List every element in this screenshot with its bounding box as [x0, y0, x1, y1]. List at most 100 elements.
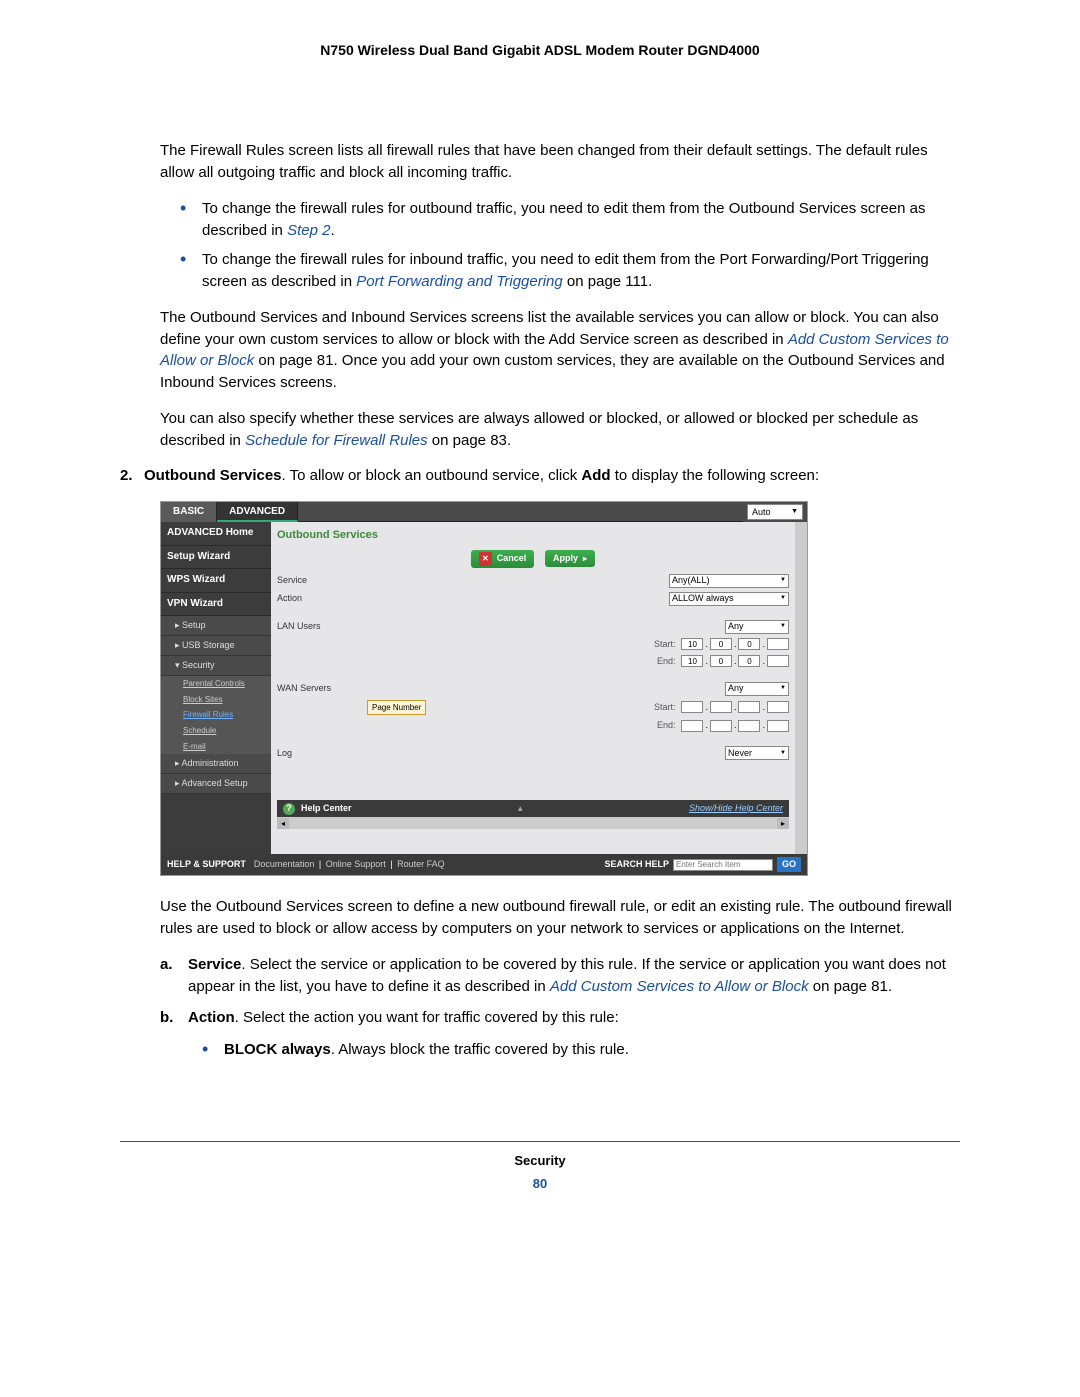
sidebar-parental-controls[interactable]: Parental Controls: [161, 676, 271, 692]
ip-octet-2[interactable]: [710, 655, 732, 667]
sidebar-advanced-home[interactable]: ADVANCED Home: [161, 522, 271, 546]
p3-b: on page 83.: [428, 432, 511, 449]
collapse-icon[interactable]: ▴: [352, 802, 689, 815]
wan-servers-label: WAN Servers: [277, 682, 367, 695]
auto-dropdown[interactable]: Auto▼: [747, 504, 803, 520]
letter-a-bold: Service: [188, 956, 241, 973]
sidebar-vpn-wizard[interactable]: VPN Wizard: [161, 593, 271, 617]
sidebar-wps-wizard[interactable]: WPS Wizard: [161, 569, 271, 593]
sidebar-block-sites[interactable]: Block Sites: [161, 692, 271, 708]
chevron-down-icon: ▼: [776, 684, 786, 693]
wan-end-ip: ...: [681, 719, 789, 732]
tab-advanced[interactable]: ADVANCED: [217, 502, 298, 522]
ip-octet-4[interactable]: [767, 655, 789, 667]
log-select[interactable]: Never▼: [725, 746, 789, 760]
letter-b-bold: Action: [188, 1009, 235, 1026]
service-select[interactable]: Any(ALL)▼: [669, 574, 789, 588]
bullet-dot-icon: •: [180, 249, 202, 293]
p3-link[interactable]: Schedule for Firewall Rules: [245, 432, 428, 449]
sidebar-advanced-setup[interactable]: ▸ Advanced Setup: [161, 774, 271, 794]
ip-octet-1[interactable]: [681, 720, 703, 732]
chevron-down-icon: ▼: [791, 507, 798, 517]
show-hide-help-link[interactable]: Show/Hide Help Center: [689, 802, 783, 815]
action-select[interactable]: ALLOW always▼: [669, 592, 789, 606]
paragraph-3: You can also specify whether these servi…: [160, 408, 960, 452]
sidebar-administration[interactable]: ▸ Administration: [161, 754, 271, 774]
bullet1-link[interactable]: Step 2: [287, 222, 330, 239]
step2-bold: Outbound Services: [144, 467, 282, 484]
help-support-label: HELP & SUPPORT: [167, 858, 246, 871]
help-support-footer: HELP & SUPPORT Documentation | Online Su…: [161, 854, 807, 875]
letter-a-link[interactable]: Add Custom Services to Allow or Block: [550, 978, 809, 995]
documentation-link[interactable]: Documentation: [254, 859, 315, 869]
letter-a-after: on page 81.: [809, 978, 892, 995]
arrow-right-icon: ▸: [583, 553, 587, 565]
ip-octet-2[interactable]: [710, 720, 732, 732]
step2-mid: . To allow or block an outbound service,…: [282, 467, 582, 484]
after-image-text: Use the Outbound Services screen to defi…: [160, 896, 960, 940]
bullet2-link[interactable]: Port Forwarding and Triggering: [356, 273, 562, 290]
footer-divider: [120, 1141, 960, 1142]
ip-octet-4[interactable]: [767, 638, 789, 650]
wan-servers-select[interactable]: Any▼: [725, 682, 789, 696]
sidebar-email[interactable]: E-mail: [161, 739, 271, 755]
cancel-button[interactable]: ✕Cancel: [471, 550, 534, 568]
search-help-label: SEARCH HELP: [604, 858, 669, 871]
chevron-down-icon: ▼: [776, 749, 786, 758]
lan-start-ip: ...: [681, 638, 789, 651]
intro-paragraph: The Firewall Rules screen lists all fire…: [160, 140, 960, 184]
letter-b-text: . Select the action you want for traffic…: [235, 1009, 619, 1026]
lan-start-label: Start:: [593, 638, 681, 651]
sidebar-setup[interactable]: ▸ Setup: [161, 616, 271, 636]
chevron-down-icon: ▼: [776, 576, 786, 585]
ip-octet-3[interactable]: [738, 720, 760, 732]
chevron-down-icon: ▼: [776, 622, 786, 631]
bullet-dot-icon: •: [180, 198, 202, 242]
action-label: Action: [277, 592, 367, 605]
help-center-bar: ? Help Center ▴ Show/Hide Help Center: [277, 800, 789, 817]
go-button[interactable]: GO: [777, 857, 801, 872]
router-faq-link[interactable]: Router FAQ: [397, 859, 445, 869]
paragraph-2: The Outbound Services and Inbound Servic…: [160, 307, 960, 394]
sidebar-setup-wizard[interactable]: Setup Wizard: [161, 546, 271, 570]
sub-b: b. Action. Select the action you want fo…: [160, 1007, 960, 1029]
panel-title: Outbound Services: [277, 528, 789, 544]
search-input[interactable]: [673, 859, 773, 871]
step2-add: Add: [581, 467, 610, 484]
ip-octet-2[interactable]: [710, 701, 732, 713]
ip-octet-4[interactable]: [767, 701, 789, 713]
ip-octet-1[interactable]: [681, 701, 703, 713]
scroll-right-icon[interactable]: ▸: [777, 818, 789, 830]
tab-basic[interactable]: BASIC: [161, 502, 217, 522]
help-icon: ?: [283, 803, 295, 815]
ip-octet-3[interactable]: [738, 638, 760, 650]
sidebar-usb-storage[interactable]: ▸ USB Storage: [161, 636, 271, 656]
sidebar-firewall-rules[interactable]: Firewall Rules: [161, 707, 271, 723]
bullet2-text-b: on page 111.: [563, 273, 653, 290]
ip-octet-4[interactable]: [767, 720, 789, 732]
ip-octet-2[interactable]: [710, 638, 732, 650]
ip-octet-3[interactable]: [738, 655, 760, 667]
vertical-scrollbar[interactable]: [795, 522, 807, 854]
step-2-number: 2.: [120, 465, 144, 487]
apply-button[interactable]: Apply▸: [545, 550, 595, 567]
wan-end-label: End:: [593, 719, 681, 732]
page-number-button[interactable]: Page Number: [367, 700, 426, 716]
step-2-text: Outbound Services. To allow or block an …: [144, 465, 960, 487]
wan-start-label: Start:: [593, 701, 681, 714]
lan-users-label: LAN Users: [277, 620, 367, 633]
scroll-left-icon[interactable]: ◂: [277, 818, 289, 830]
ip-octet-3[interactable]: [738, 701, 760, 713]
online-support-link[interactable]: Online Support: [326, 859, 386, 869]
sidebar-schedule[interactable]: Schedule: [161, 723, 271, 739]
lan-users-select[interactable]: Any▼: [725, 620, 789, 634]
letter-a-label: a.: [160, 954, 188, 998]
sidebar-security[interactable]: ▾ Security: [161, 656, 271, 676]
bullet-dot-icon: •: [202, 1039, 224, 1061]
ip-octet-1[interactable]: [681, 638, 703, 650]
horizontal-scrollbar[interactable]: ◂▸: [277, 817, 789, 829]
sub-bullet-text: . Always block the traffic covered by th…: [331, 1041, 629, 1058]
ip-octet-1[interactable]: [681, 655, 703, 667]
lan-end-label: End:: [593, 655, 681, 668]
router-settings-screenshot: BASIC ADVANCED Auto▼ ADVANCED Home Setup…: [160, 501, 808, 876]
